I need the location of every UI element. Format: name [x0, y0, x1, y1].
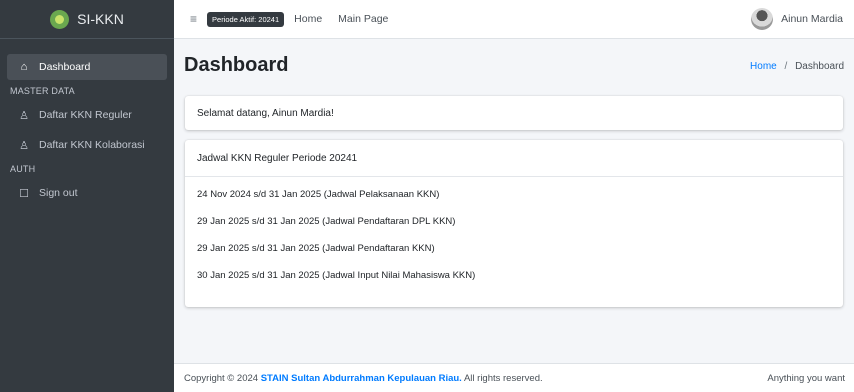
footer: Copyright © 2024 STAIN Sultan Abdurrahma…: [174, 363, 854, 392]
users-icon: ♙: [19, 139, 29, 152]
user-name: Ainun Mardia: [781, 13, 843, 25]
sidebar-item-daftar-kkn-reguler[interactable]: ♙ Daftar KKN Reguler: [7, 102, 167, 128]
brand-logo-icon: [50, 9, 70, 29]
schedule-list: 24 Nov 2024 s/d 31 Jan 2025 (Jadwal Pela…: [185, 177, 843, 296]
sidebar-item-label: Daftar KKN Kolaborasi: [39, 139, 145, 151]
welcome-card: Selamat datang, Ainun Mardia!: [185, 96, 843, 130]
sidebar-nav: ⌂ Dashboard MASTER DATA ♙ Daftar KKN Reg…: [0, 39, 174, 206]
top-navbar: ≡ Periode Aktif: 20241 Home Main Page Ai…: [174, 0, 854, 39]
footer-right-text: Anything you want: [767, 372, 845, 384]
sidebar-item-label: Dashboard: [39, 61, 91, 73]
breadcrumb-current: Dashboard: [795, 61, 844, 72]
user-icon: ♙: [19, 109, 29, 122]
periode-badge: Periode Aktif: 20241: [207, 11, 285, 27]
schedule-card-title: Jadwal KKN Reguler Periode 20241: [185, 140, 843, 177]
sidebar-item-dashboard[interactable]: ⌂ Dashboard: [7, 54, 167, 80]
list-item: 29 Jan 2025 s/d 31 Jan 2025 (Jadwal Pend…: [197, 243, 435, 254]
menu-toggle-icon[interactable]: ≡: [190, 12, 197, 26]
list-item: 24 Nov 2024 s/d 31 Jan 2025 (Jadwal Pela…: [197, 189, 440, 200]
sidebar-item-sign-out[interactable]: ☐ Sign out: [7, 180, 167, 206]
footer-institution-link[interactable]: STAIN Sultan Abdurrahman Kepulauan Riau.: [261, 373, 462, 384]
list-item: 29 Jan 2025 s/d 31 Jan 2025 (Jadwal Pend…: [197, 216, 456, 227]
user-menu[interactable]: Ainun Mardia: [751, 8, 843, 30]
nav-header-auth: AUTH: [10, 164, 36, 174]
nav-header-master-data: MASTER DATA: [10, 86, 75, 96]
breadcrumb: Home / Dashboard: [750, 61, 844, 72]
sidebar: SI-KKN ⌂ Dashboard MASTER DATA ♙ Daftar …: [0, 0, 174, 392]
sidebar-item-daftar-kkn-kolaborasi[interactable]: ♙ Daftar KKN Kolaborasi: [7, 132, 167, 158]
home-icon: ⌂: [20, 61, 28, 73]
list-item: 30 Jan 2025 s/d 31 Jan 2025 (Jadwal Inpu…: [197, 270, 476, 281]
page-title: Dashboard: [184, 54, 289, 76]
breadcrumb-home-link[interactable]: Home: [750, 61, 777, 72]
schedule-card: Jadwal KKN Reguler Periode 20241 24 Nov …: [185, 140, 843, 307]
breadcrumb-separator: /: [784, 61, 788, 72]
sign-out-icon: ☐: [19, 187, 29, 200]
brand-link[interactable]: SI-KKN: [0, 0, 174, 39]
brand-title: SI-KKN: [77, 11, 124, 27]
rights-text: All rights reserved.: [463, 372, 543, 384]
welcome-message: Selamat datang, Ainun Mardia!: [197, 107, 334, 119]
footer-copyright: Copyright © 2024 STAIN Sultan Abdurrahma…: [184, 373, 543, 384]
avatar: [751, 8, 774, 30]
sidebar-item-label: Daftar KKN Reguler: [39, 109, 132, 121]
nav-link-main-page[interactable]: Main Page: [338, 13, 388, 25]
nav-link-home[interactable]: Home: [294, 13, 322, 25]
copyright-text: Copyright © 2024: [184, 372, 259, 384]
sidebar-item-label: Sign out: [39, 187, 78, 199]
